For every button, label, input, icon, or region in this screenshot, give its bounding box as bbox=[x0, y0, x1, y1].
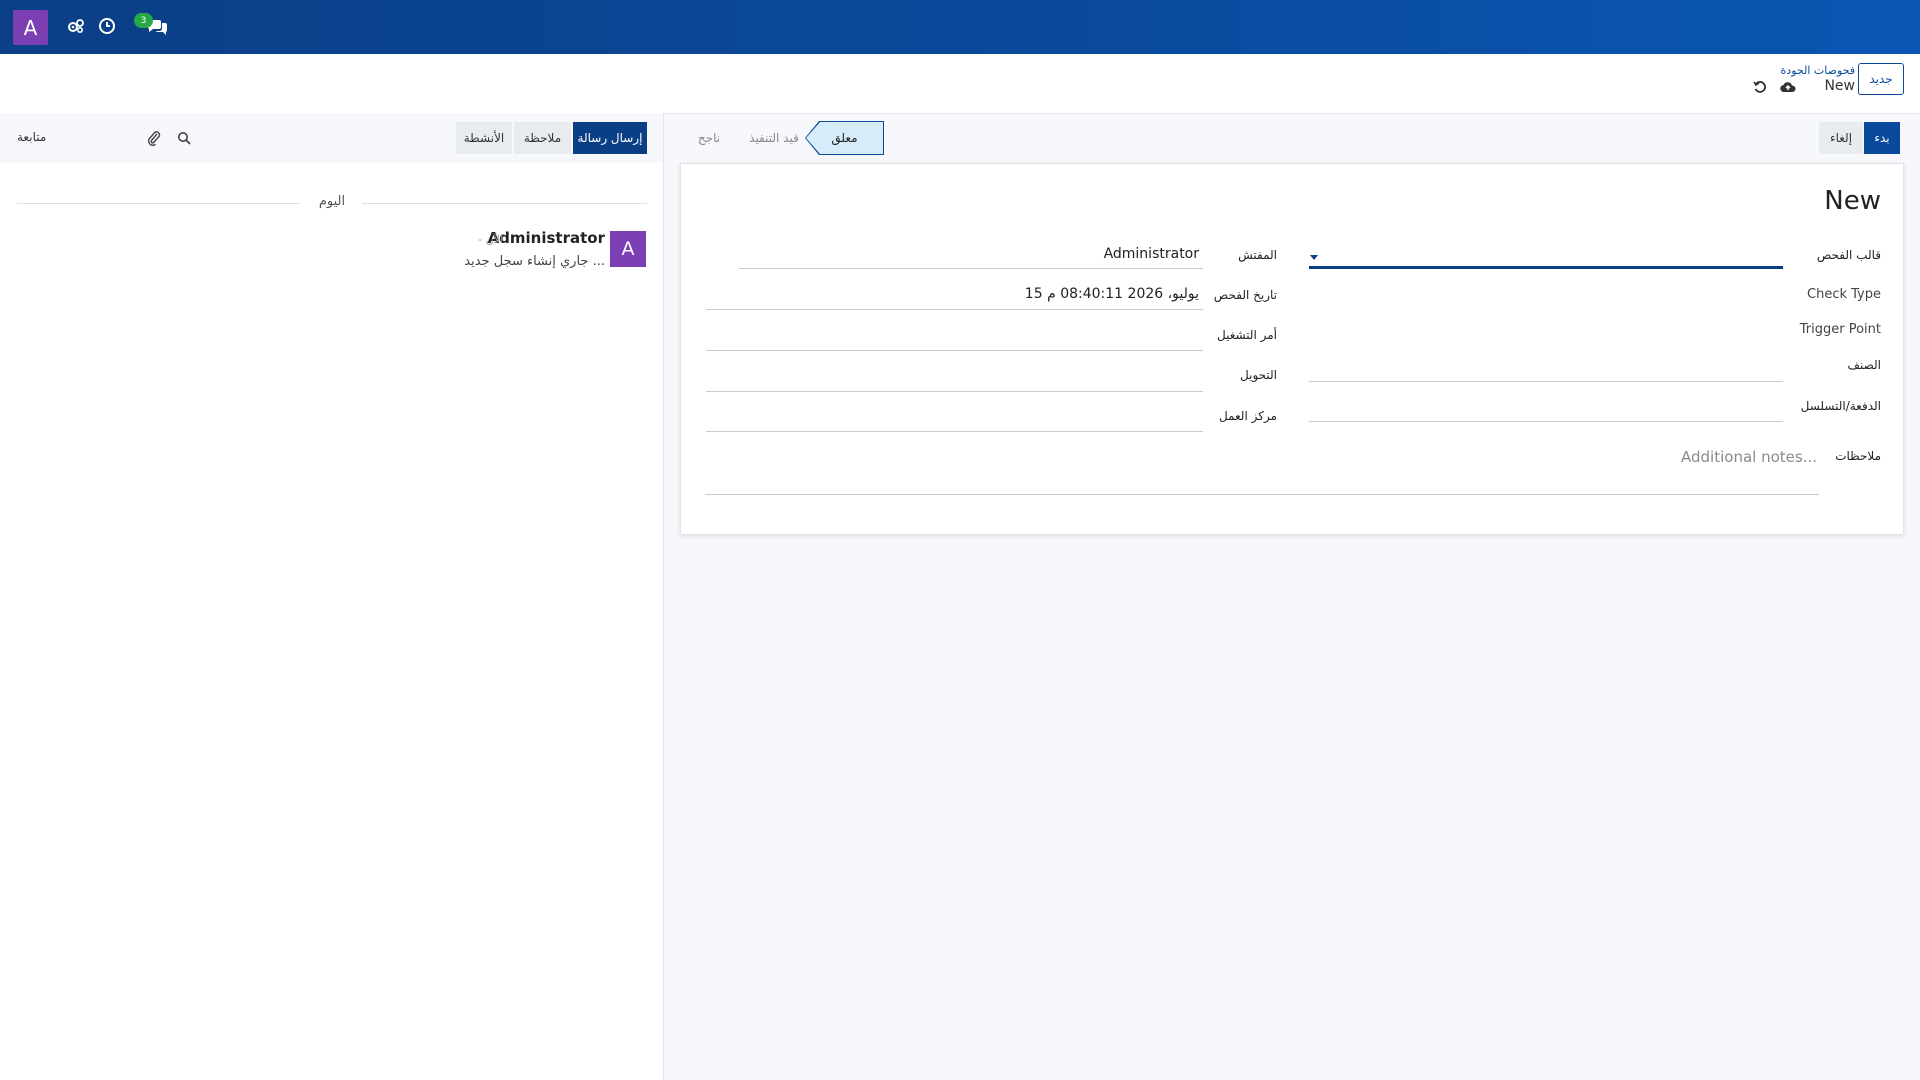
cancel-button[interactable]: إلغاء bbox=[1819, 122, 1863, 154]
gears-icon[interactable] bbox=[65, 15, 87, 37]
follow-button[interactable]: متابعة bbox=[17, 130, 46, 144]
status-bar: بدء إلغاء معلق قيد التنفيذ ناجح bbox=[664, 113, 1920, 163]
work-order-label: أمر التشغيل bbox=[1216, 328, 1277, 342]
notes-field-line bbox=[705, 494, 1819, 495]
paperclip-icon[interactable] bbox=[145, 129, 163, 147]
trigger-point-label: Trigger Point bbox=[1799, 322, 1881, 337]
breadcrumb-parent-link[interactable]: فحوصات الجودة bbox=[1781, 64, 1855, 77]
message-time: - الآن bbox=[478, 233, 503, 246]
message-body: جاري إنشاء سجل جديد ... bbox=[464, 254, 605, 269]
date-separator-line bbox=[362, 203, 647, 204]
check-date-label: تاريخ الفحص bbox=[1213, 288, 1277, 302]
batch-field[interactable] bbox=[1309, 421, 1783, 422]
message-author[interactable]: Administrator bbox=[488, 229, 605, 247]
transfer-label: التحويل bbox=[1240, 368, 1277, 382]
user-avatar[interactable]: A bbox=[13, 10, 48, 45]
clock-icon[interactable] bbox=[96, 15, 118, 37]
send-message-button[interactable]: إرسال رسالة bbox=[573, 122, 647, 154]
template-field[interactable] bbox=[1309, 266, 1783, 269]
chatter-panel: إرسال رسالة ملاحظة الأنشطة متابعة اليوم … bbox=[0, 113, 664, 1080]
stage-passed[interactable]: ناجح bbox=[689, 122, 729, 154]
work-order-field[interactable] bbox=[706, 350, 1203, 351]
inspector-field[interactable] bbox=[739, 268, 1203, 269]
item-field[interactable] bbox=[1309, 381, 1783, 382]
notes-input[interactable]: Additional notes... bbox=[1681, 448, 1817, 466]
activities-button[interactable]: الأنشطة bbox=[456, 122, 512, 154]
inspector-value[interactable]: Administrator bbox=[1104, 246, 1199, 262]
check-date-field[interactable] bbox=[706, 309, 1203, 310]
chatter-toolbar: إرسال رسالة ملاحظة الأنشطة متابعة bbox=[0, 113, 663, 163]
start-button[interactable]: بدء bbox=[1864, 122, 1900, 154]
record-title: New bbox=[1824, 186, 1881, 216]
notes-label: ملاحظات bbox=[1835, 449, 1881, 463]
top-navbar: A 3 bbox=[0, 0, 1920, 54]
item-label: الصنف bbox=[1847, 358, 1881, 372]
check-type-label: Check Type bbox=[1807, 287, 1881, 302]
message-avatar[interactable]: A bbox=[610, 231, 646, 267]
inspector-label: المفتش bbox=[1238, 248, 1277, 262]
chevron-down-icon[interactable] bbox=[1310, 255, 1318, 260]
work-center-label: مركز العمل bbox=[1218, 409, 1277, 423]
stage-pending[interactable]: معلق bbox=[806, 122, 883, 154]
check-date-value[interactable]: 15 يوليو، 2026 08:40:11 م bbox=[1025, 286, 1199, 302]
undo-icon[interactable] bbox=[1752, 79, 1768, 95]
template-label: قالب الفحص bbox=[1816, 248, 1881, 262]
new-button[interactable]: جديد bbox=[1858, 63, 1904, 95]
control-panel: جديد فحوصات الجودة New bbox=[0, 54, 1920, 114]
log-note-button[interactable]: ملاحظة bbox=[514, 122, 571, 154]
date-separator-line bbox=[17, 203, 300, 204]
cloud-upload-icon[interactable] bbox=[1780, 79, 1796, 95]
form-sheet: New قالب الفحص Check Type Trigger Point … bbox=[680, 163, 1904, 535]
unread-badge: 3 bbox=[134, 13, 153, 28]
search-icon[interactable] bbox=[175, 129, 193, 147]
work-center-field[interactable] bbox=[706, 431, 1203, 432]
transfer-field[interactable] bbox=[706, 391, 1203, 392]
stage-in-progress[interactable]: قيد التنفيذ bbox=[744, 122, 804, 154]
date-separator: اليوم bbox=[318, 194, 346, 209]
batch-label: الدفعة/التسلسل bbox=[1800, 399, 1881, 413]
